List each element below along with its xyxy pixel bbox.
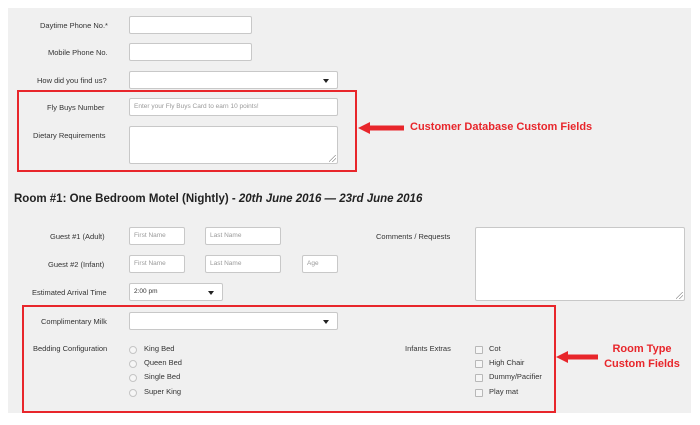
arrival-time-select[interactable]: 2:00 pm xyxy=(129,283,223,301)
checkbox-cot[interactable] xyxy=(475,346,483,354)
room-heading-dates: 20th June 2016 — 23rd June 2016 xyxy=(238,193,423,205)
guest2-first-name-input[interactable]: First Name xyxy=(129,255,185,273)
guest2-age-input[interactable]: Age xyxy=(302,255,338,273)
mobile-phone-input[interactable] xyxy=(129,43,252,61)
checkbox-high-chair[interactable] xyxy=(475,360,483,368)
infant-option-label: Dummy/Pacifier xyxy=(489,372,542,381)
daytime-phone-label: Daytime Phone No.* xyxy=(40,21,108,30)
checkbox-play-mat[interactable] xyxy=(475,389,483,397)
guest1-label: Guest #1 (Adult) xyxy=(50,232,105,241)
radio-queen-bed[interactable] xyxy=(129,360,137,368)
fly-buys-input[interactable]: Enter your Fly Buys Card to earn 10 poin… xyxy=(129,98,338,116)
milk-select[interactable] xyxy=(129,312,338,330)
chevron-down-icon xyxy=(208,291,214,295)
resize-grip-icon[interactable] xyxy=(329,155,336,162)
dietary-textarea[interactable] xyxy=(129,126,338,164)
dietary-label: Dietary Requirements xyxy=(33,131,106,140)
comments-textarea[interactable] xyxy=(475,227,685,301)
mobile-phone-label: Mobile Phone No. xyxy=(48,48,108,57)
chevron-down-icon xyxy=(323,79,329,83)
guest2-last-name-input[interactable]: Last Name xyxy=(205,255,281,273)
guest1-last-name-input[interactable]: Last Name xyxy=(205,227,281,245)
customer-fields-annotation: Customer Database Custom Fields xyxy=(410,121,593,133)
arrow-left-icon xyxy=(556,351,598,363)
find-us-select[interactable] xyxy=(129,71,338,89)
bedding-option-label: King Bed xyxy=(144,344,175,353)
radio-single-bed[interactable] xyxy=(129,374,137,382)
chevron-down-icon xyxy=(323,320,329,324)
bedding-option-label: Single Bed xyxy=(144,372,181,381)
arrival-time-label: Estimated Arrival Time xyxy=(32,288,107,297)
guest2-label: Guest #2 (Infant) xyxy=(48,260,105,269)
room-heading: Room #1: One Bedroom Motel (Nightly) - 2… xyxy=(14,193,422,205)
room-type-annotation-line2: Custom Fields xyxy=(604,358,680,370)
arrival-time-value: 2:00 pm xyxy=(134,288,158,295)
room-type-annotation-line1: Room Type xyxy=(612,343,672,355)
comments-label: Comments / Requests xyxy=(376,232,451,241)
bedding-label: Bedding Configuration xyxy=(33,344,108,353)
infant-option-label: Cot xyxy=(489,344,501,353)
bedding-option-label: Queen Bed xyxy=(144,358,182,367)
infant-option-label: High Chair xyxy=(489,358,525,367)
milk-label: Complimentary Milk xyxy=(41,317,107,326)
radio-king-bed[interactable] xyxy=(129,346,137,354)
bedding-option-label: Super King xyxy=(144,387,182,396)
checkbox-dummy-pacifier[interactable] xyxy=(475,374,483,382)
find-us-label: How did you find us? xyxy=(37,76,107,85)
fly-buys-label: Fly Buys Number xyxy=(47,103,105,112)
resize-grip-icon[interactable] xyxy=(676,292,683,299)
arrow-left-icon xyxy=(358,122,404,134)
room-type-fields-annotation: Room Type Custom Fields xyxy=(596,342,688,372)
daytime-phone-input[interactable] xyxy=(129,16,252,34)
radio-super-king[interactable] xyxy=(129,389,137,397)
infant-option-label: Play mat xyxy=(489,387,519,396)
room-heading-title: Room #1: One Bedroom Motel (Nightly) - xyxy=(14,193,239,205)
infants-extras-label: Infants Extras xyxy=(405,344,451,353)
guest1-first-name-input[interactable]: First Name xyxy=(129,227,185,245)
